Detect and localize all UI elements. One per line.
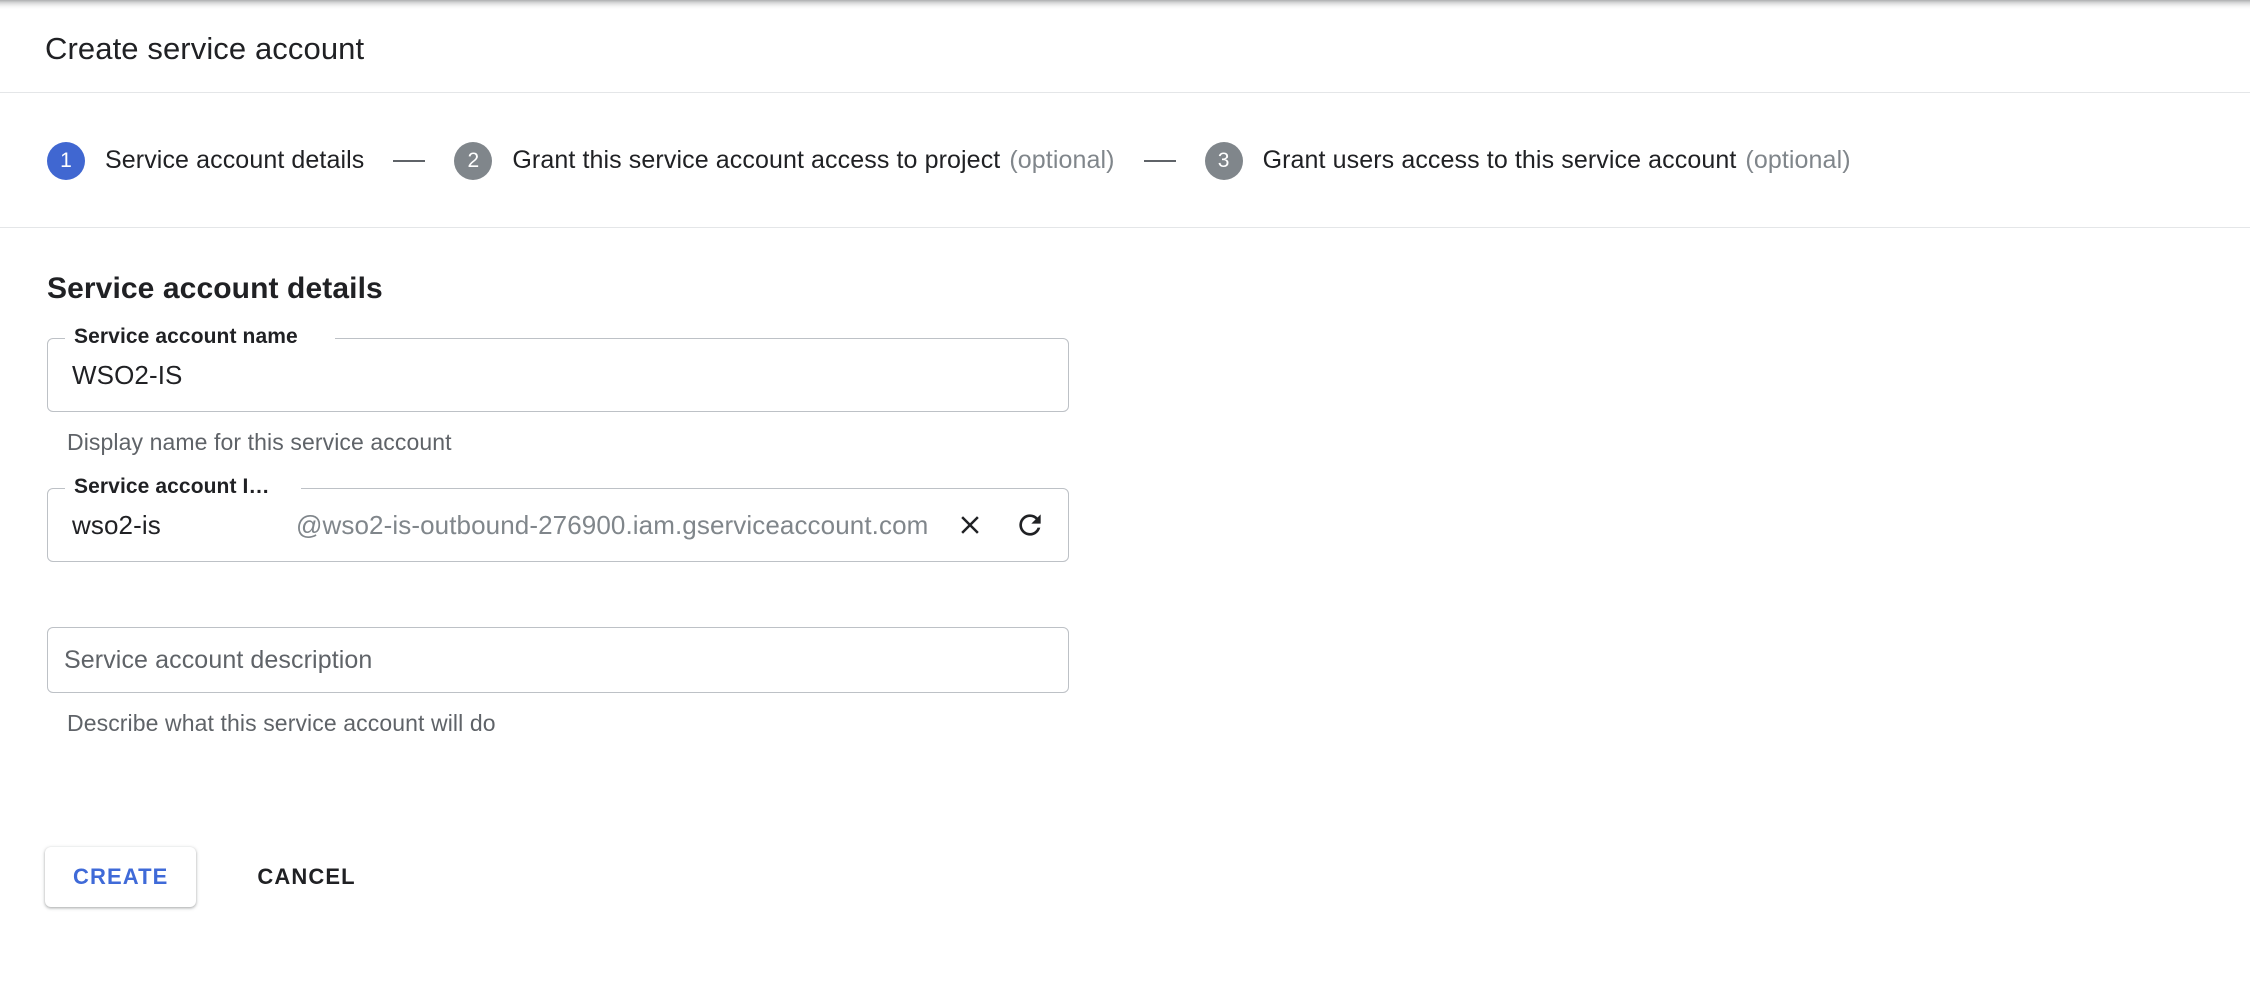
service-account-description-helper: Describe what this service account will … bbox=[67, 710, 496, 736]
service-account-id-label: Service account I… bbox=[70, 476, 274, 497]
dialog-body: Service account details Service account … bbox=[0, 229, 2250, 990]
step-2-label: Grant this service account access to pro… bbox=[512, 146, 1001, 174]
service-account-id-field[interactable]: Service account I… @wso2-is-outbound-276… bbox=[47, 476, 1069, 562]
service-account-name-helper: Display name for this service account bbox=[67, 429, 452, 455]
service-account-name-label: Service account name bbox=[70, 326, 302, 347]
service-account-id-suffix: @wso2-is-outbound-276900.iam.gserviceacc… bbox=[296, 509, 929, 540]
create-button[interactable]: CREATE bbox=[45, 847, 197, 907]
service-account-id-actions bbox=[948, 503, 1052, 547]
close-icon[interactable] bbox=[948, 503, 992, 547]
step-2-badge: 2 bbox=[454, 141, 493, 180]
service-account-name-input[interactable] bbox=[72, 339, 1044, 411]
service-account-id-group: Service account I… @wso2-is-outbound-276… bbox=[47, 476, 2250, 562]
dialog-header: Create service account bbox=[0, 0, 2250, 93]
cancel-button[interactable]: CANCEL bbox=[233, 847, 379, 907]
step-separator-2 bbox=[1143, 159, 1176, 162]
page-title: Create service account bbox=[45, 30, 365, 66]
service-account-name-field[interactable]: Service account name bbox=[47, 326, 1069, 412]
stepper-step-2[interactable]: 2 Grant this service account access to p… bbox=[454, 141, 1115, 180]
service-account-description-input[interactable] bbox=[64, 628, 1052, 692]
service-account-name-group: Service account name Display name for th… bbox=[47, 326, 2250, 455]
step-2-optional-tag: (optional) bbox=[1009, 146, 1115, 174]
step-3-optional-tag: (optional) bbox=[1745, 146, 1851, 174]
dialog-actions: CREATE CANCEL bbox=[45, 847, 2250, 907]
service-account-description-field[interactable] bbox=[47, 627, 1069, 693]
step-3-badge: 3 bbox=[1204, 141, 1243, 180]
service-account-id-input[interactable] bbox=[72, 489, 286, 561]
step-separator-1 bbox=[393, 159, 426, 162]
section-title: Service account details bbox=[47, 272, 383, 305]
step-1-badge: 1 bbox=[47, 141, 85, 180]
stepper-step-1[interactable]: 1 Service account details bbox=[47, 141, 365, 180]
stepper-step-3[interactable]: 3 Grant users access to this service acc… bbox=[1204, 141, 1851, 180]
service-account-description-group: Describe what this service account will … bbox=[47, 627, 2250, 735]
stepper: 1 Service account details 2 Grant this s… bbox=[0, 94, 2250, 228]
step-3-label: Grant users access to this service accou… bbox=[1262, 146, 1737, 174]
step-1-label: Service account details bbox=[105, 146, 365, 174]
refresh-icon[interactable] bbox=[1008, 503, 1052, 547]
